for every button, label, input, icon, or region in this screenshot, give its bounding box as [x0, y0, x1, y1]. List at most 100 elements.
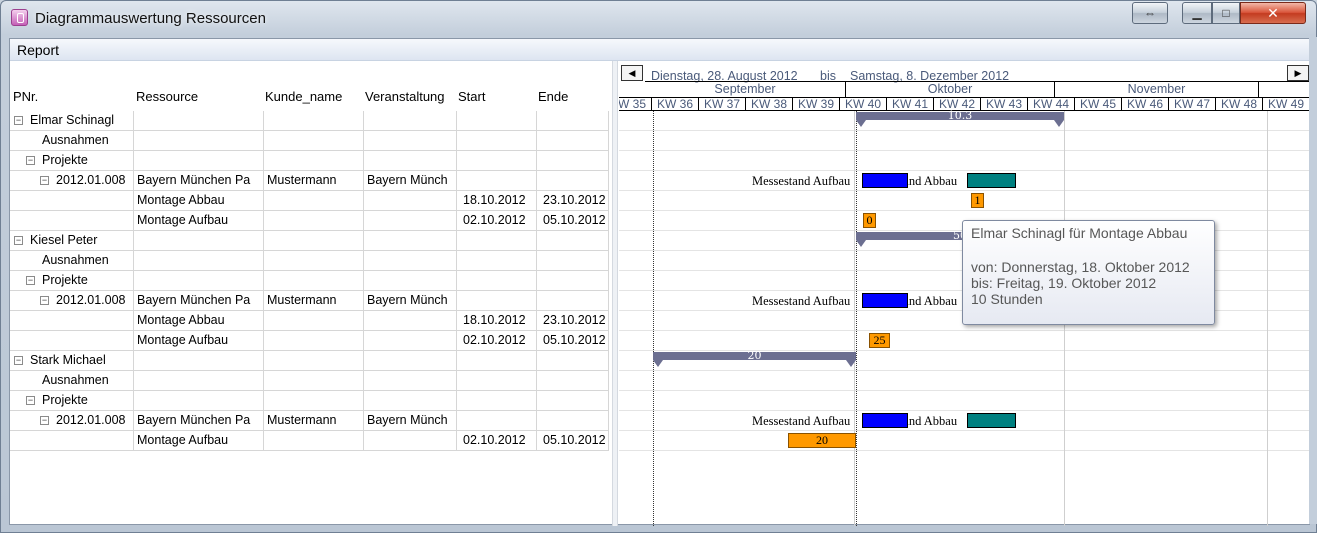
- expand-collapse-icon[interactable]: −: [14, 356, 23, 365]
- expand-collapse-icon[interactable]: −: [26, 156, 35, 165]
- load-indicator[interactable]: 0: [863, 213, 876, 228]
- table-row[interactable]: Ausnahmen: [10, 251, 610, 271]
- table-row[interactable]: − Kiesel Peter: [10, 231, 610, 251]
- cell-kunde-name: [264, 331, 364, 351]
- summary-bar[interactable]: 20: [653, 349, 856, 367]
- cell-pnr: Ausnahmen: [10, 371, 134, 391]
- cell-pnr: −2012.01.008: [10, 171, 134, 191]
- cell-pnr: − Elmar Schinagl: [10, 111, 134, 131]
- title-bar[interactable]: Diagrammauswertung Ressourcen ⇔ ▁ □ ✕: [1, 1, 1316, 37]
- table-row[interactable]: − Stark Michael: [10, 351, 610, 371]
- chart-row: [619, 151, 1309, 171]
- week-label: KW 48: [1216, 98, 1263, 111]
- cell-ressource: Montage Abbau: [134, 311, 264, 331]
- summary-bar[interactable]: 10.3: [856, 109, 1064, 127]
- cell-kunde-name: [264, 391, 364, 411]
- chart-row: [619, 331, 1309, 351]
- aufbau-bar[interactable]: [862, 413, 908, 428]
- close-button[interactable]: ✕: [1240, 2, 1306, 24]
- expand-collapse-icon[interactable]: −: [40, 296, 49, 305]
- minimize-button[interactable]: ▁: [1182, 2, 1212, 24]
- table-row[interactable]: −2012.01.008 Bayern München Pa Mustermann B…: [10, 171, 610, 191]
- table-row[interactable]: − Projekte: [10, 151, 610, 171]
- expand-collapse-icon[interactable]: −: [40, 416, 49, 425]
- cell-veranstaltung: Bayern Münch: [364, 291, 457, 311]
- cell-start: 18.10.2012: [457, 311, 537, 331]
- cell-text: Elmar Schinagl: [30, 113, 115, 127]
- prev-period-button[interactable]: ◀: [621, 65, 643, 81]
- table-row[interactable]: − Elmar Schinagl: [10, 111, 610, 131]
- expand-collapse-icon[interactable]: −: [14, 116, 23, 125]
- cell-veranstaltung: [364, 271, 457, 291]
- table-row[interactable]: Montage Abbau 18.10.2012 23.10.2012: [10, 311, 610, 331]
- cell-start: 02.10.2012: [457, 211, 537, 231]
- maximize-button[interactable]: □: [1212, 2, 1240, 24]
- week-label: KW 49: [1263, 98, 1309, 111]
- bar-tooltip: Elmar Schinagl für Montage Abbau von: Do…: [962, 220, 1215, 325]
- cell-ressource: Bayern München Pa: [134, 411, 264, 431]
- aufbau-bar[interactable]: [862, 293, 908, 308]
- aufbau-bar[interactable]: [862, 173, 908, 188]
- cell-start: [457, 391, 537, 411]
- menu-item-report[interactable]: Report: [17, 42, 59, 58]
- cell-ende: [537, 131, 609, 151]
- abbau-bar[interactable]: [967, 413, 1016, 428]
- cell-ende: [537, 251, 609, 271]
- cell-kunde-name: Mustermann: [264, 171, 364, 191]
- header-kunde-name[interactable]: Kunde_name: [265, 89, 342, 104]
- cell-ressource: Bayern München Pa: [134, 171, 264, 191]
- header-ende[interactable]: Ende: [538, 89, 568, 104]
- table-row[interactable]: Montage Aufbau 02.10.2012 05.10.2012: [10, 211, 610, 231]
- cell-start: [457, 291, 537, 311]
- chart-row: [619, 191, 1309, 211]
- month-label: Oktober: [846, 82, 1055, 97]
- table-row[interactable]: −2012.01.008 Bayern München Pa Mustermann B…: [10, 291, 610, 311]
- cell-ende: [537, 351, 609, 371]
- table-row[interactable]: − Projekte: [10, 271, 610, 291]
- chart-row: [619, 411, 1309, 431]
- load-indicator[interactable]: 20: [788, 433, 856, 448]
- table-row[interactable]: − Projekte: [10, 391, 610, 411]
- cell-ressource: Montage Aufbau: [134, 211, 264, 231]
- splitter-handle[interactable]: [612, 61, 618, 526]
- header-start[interactable]: Start: [458, 89, 485, 104]
- table-row[interactable]: Ausnahmen: [10, 371, 610, 391]
- cell-start: [457, 151, 537, 171]
- cell-kunde-name: [264, 231, 364, 251]
- header-veranstaltung[interactable]: Veranstaltung: [365, 89, 445, 104]
- cell-pnr: [10, 331, 134, 351]
- cell-ressource: [134, 351, 264, 371]
- expand-collapse-icon[interactable]: −: [40, 176, 49, 185]
- header-pnr[interactable]: PNr.: [13, 89, 38, 104]
- expand-collapse-icon[interactable]: −: [26, 396, 35, 405]
- cell-pnr: [10, 211, 134, 231]
- cell-text: Ausnahmen: [42, 373, 109, 387]
- cell-ende: 05.10.2012: [537, 331, 609, 351]
- table-row[interactable]: Montage Aufbau 02.10.2012 05.10.2012: [10, 331, 610, 351]
- table-row[interactable]: −2012.01.008 Bayern München Pa Mustermann B…: [10, 411, 610, 431]
- cell-start: [457, 271, 537, 291]
- cell-start: [457, 411, 537, 431]
- next-period-button[interactable]: ▶: [1287, 65, 1309, 81]
- table-row[interactable]: Ausnahmen: [10, 131, 610, 151]
- cell-ende: 05.10.2012: [537, 211, 609, 231]
- table-row[interactable]: Montage Aufbau 02.10.2012 05.10.2012: [10, 431, 610, 451]
- expand-collapse-icon[interactable]: −: [14, 236, 23, 245]
- abbau-bar[interactable]: [967, 173, 1016, 188]
- cell-kunde-name: [264, 271, 364, 291]
- load-indicator[interactable]: 25: [869, 333, 890, 348]
- month-label: November: [1055, 82, 1259, 97]
- resize-toggle-button[interactable]: ⇔: [1132, 2, 1168, 24]
- load-indicator[interactable]: 1: [971, 193, 984, 208]
- cell-text: Projekte: [42, 273, 88, 287]
- table-row[interactable]: Montage Abbau 18.10.2012 23.10.2012: [10, 191, 610, 211]
- summary-bar-label: 20: [747, 349, 762, 362]
- cell-ressource: [134, 271, 264, 291]
- week-label: KW 36: [652, 98, 699, 111]
- cell-kunde-name: [264, 431, 364, 451]
- expand-collapse-icon[interactable]: −: [26, 276, 35, 285]
- week-label: KW 47: [1169, 98, 1216, 111]
- cell-text: Projekte: [42, 393, 88, 407]
- cell-veranstaltung: [364, 231, 457, 251]
- header-ressource[interactable]: Ressource: [136, 89, 198, 104]
